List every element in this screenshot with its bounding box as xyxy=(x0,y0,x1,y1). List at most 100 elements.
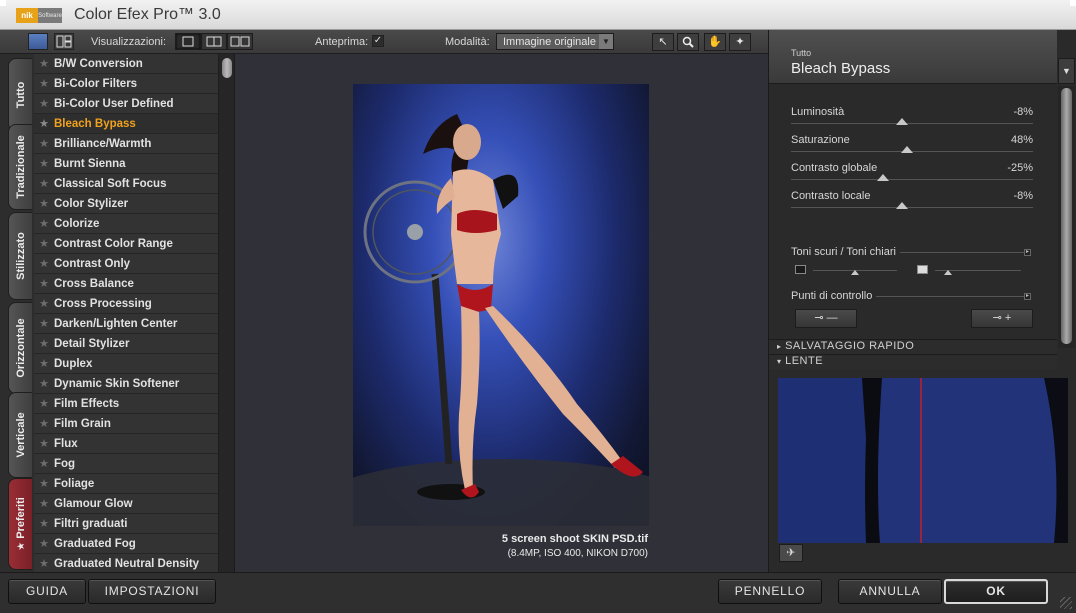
hand-tool-icon[interactable]: ✋ xyxy=(704,33,726,51)
filter-list-item[interactable]: ★ Cross Balance xyxy=(34,274,218,294)
favorite-star-icon[interactable]: ★ xyxy=(34,277,54,290)
lens-section[interactable]: ▾ LENTE xyxy=(769,354,1057,369)
favorite-star-icon[interactable]: ★ xyxy=(34,397,54,410)
tones-expand-icon[interactable]: ▸ xyxy=(1024,249,1031,256)
filter-list-item[interactable]: ★ Graduated Neutral Density xyxy=(34,554,218,574)
favorite-star-icon[interactable]: ★ xyxy=(34,57,54,70)
tab-tutto[interactable]: Tutto xyxy=(8,58,32,132)
filter-list-item[interactable]: ★ Bi-Color User Defined xyxy=(34,94,218,114)
filter-list-scrollbar[interactable] xyxy=(218,54,234,572)
favorite-star-icon[interactable]: ★ xyxy=(34,177,54,190)
filter-list-item[interactable]: ★ Detail Stylizer xyxy=(34,334,218,354)
filter-list-item[interactable]: ★ Contrast Only xyxy=(34,254,218,274)
favorite-star-icon[interactable]: ★ xyxy=(34,477,54,490)
slider-track[interactable] xyxy=(791,207,1033,208)
filter-list-item[interactable]: ★ Filtri graduati xyxy=(34,514,218,534)
control-points-expand-icon[interactable]: ▸ xyxy=(1024,293,1031,300)
favorite-star-icon[interactable]: ★ xyxy=(34,497,54,510)
ok-button[interactable]: OK xyxy=(944,579,1048,604)
filter-list-item[interactable]: ★ Bleach Bypass xyxy=(34,114,218,134)
split-view-button[interactable] xyxy=(201,33,227,50)
preview-image[interactable] xyxy=(353,84,649,526)
favorite-star-icon[interactable]: ★ xyxy=(34,157,54,170)
favorite-star-icon[interactable]: ★ xyxy=(34,217,54,230)
tab-preferiti[interactable]: ★ Preferiti xyxy=(8,478,32,570)
favorite-star-icon[interactable]: ★ xyxy=(34,257,54,270)
side-by-side-view-button[interactable] xyxy=(227,33,253,50)
filter-list-item[interactable]: ★ Duplex xyxy=(34,354,218,374)
panel-scrollbar[interactable] xyxy=(1058,86,1075,348)
favorite-star-icon[interactable]: ★ xyxy=(34,437,54,450)
filter-list-item[interactable]: ★ Dynamic Skin Softener xyxy=(34,374,218,394)
slider-track[interactable] xyxy=(791,179,1033,180)
favorite-star-icon[interactable]: ★ xyxy=(34,557,54,570)
tab-orizzontale[interactable]: Orizzontale xyxy=(8,302,32,394)
favorite-star-icon[interactable]: ★ xyxy=(34,137,54,150)
filter-list-item[interactable]: ★ Darken/Lighten Center xyxy=(34,314,218,334)
tones-section-title: Toni scuri / Toni chiari xyxy=(791,246,900,258)
resize-grip-icon[interactable] xyxy=(1060,597,1072,609)
single-view-button[interactable] xyxy=(175,33,201,50)
filter-list-item[interactable]: ★ Brilliance/Warmth xyxy=(34,134,218,154)
single-image-view-icon[interactable] xyxy=(28,33,48,50)
filter-menu-chevron-icon[interactable]: ▼ xyxy=(1058,58,1075,84)
filter-list-item[interactable]: ★ Cross Processing xyxy=(34,294,218,314)
filter-list-item[interactable]: ★ Color Stylizer xyxy=(34,194,218,214)
favorite-star-icon[interactable]: ★ xyxy=(34,237,54,250)
zoom-tool-icon[interactable] xyxy=(677,33,699,51)
tab-verticale[interactable]: Verticale xyxy=(8,392,32,478)
filter-list-item[interactable]: ★ B/W Conversion xyxy=(34,54,218,74)
brush-button[interactable]: PENNELLO xyxy=(718,579,822,604)
filter-list-item[interactable]: ★ Flux xyxy=(34,434,218,454)
layout-toggle-icon[interactable] xyxy=(54,33,74,50)
remove-control-point-button[interactable]: ⊸ — xyxy=(795,309,857,328)
plus-icon: + xyxy=(1004,312,1012,324)
filter-list-item[interactable]: ★ Fog xyxy=(34,454,218,474)
shadow-slider-knob[interactable] xyxy=(851,270,859,275)
filter-list-item[interactable]: ★ Graduated Fog xyxy=(34,534,218,554)
filter-list-item[interactable]: ★ Contrast Color Range xyxy=(34,234,218,254)
filter-list-item[interactable]: ★ Burnt Sienna xyxy=(34,154,218,174)
panel-scroll-thumb[interactable] xyxy=(1061,88,1072,344)
pointer-tool-icon[interactable]: ↖ xyxy=(652,33,674,51)
cancel-button[interactable]: ANNULLA xyxy=(838,579,942,604)
favorite-star-icon[interactable]: ★ xyxy=(34,117,54,130)
slider-track[interactable] xyxy=(791,123,1033,124)
filter-list-scroll-thumb[interactable] xyxy=(222,58,232,78)
slider-knob[interactable] xyxy=(876,174,889,181)
preview-checkbox[interactable]: ✓ xyxy=(372,35,384,47)
favorite-star-icon[interactable]: ★ xyxy=(34,97,54,110)
quick-save-section[interactable]: ▸ SALVATAGGIO RAPIDO xyxy=(769,339,1057,354)
tab-stilizzato[interactable]: Stilizzato xyxy=(8,212,32,300)
filter-list-item[interactable]: ★ Classical Soft Focus xyxy=(34,174,218,194)
favorite-star-icon[interactable]: ★ xyxy=(34,297,54,310)
mode-select[interactable]: Immagine originale ▼ xyxy=(496,33,614,50)
slider-knob[interactable] xyxy=(901,146,914,153)
pin-icon[interactable]: ✈ xyxy=(779,544,803,562)
favorite-star-icon[interactable]: ★ xyxy=(34,377,54,390)
highlight-slider-knob[interactable] xyxy=(943,270,952,275)
favorite-star-icon[interactable]: ★ xyxy=(34,197,54,210)
lens-view[interactable] xyxy=(778,378,1068,543)
favorite-star-icon[interactable]: ★ xyxy=(34,357,54,370)
favorite-star-icon[interactable]: ★ xyxy=(34,417,54,430)
tab-tradizionale[interactable]: Tradizionale xyxy=(8,124,32,210)
filter-list-item[interactable]: ★ Colorize xyxy=(34,214,218,234)
bulb-tool-icon[interactable]: ✦ xyxy=(729,33,751,51)
slider-knob[interactable] xyxy=(896,118,909,125)
favorite-star-icon[interactable]: ★ xyxy=(34,317,54,330)
filter-list-item[interactable]: ★ Film Grain xyxy=(34,414,218,434)
favorite-star-icon[interactable]: ★ xyxy=(34,457,54,470)
filter-list-item[interactable]: ★ Bi-Color Filters xyxy=(34,74,218,94)
settings-button[interactable]: IMPOSTAZIONI xyxy=(88,579,216,604)
help-button[interactable]: GUIDA xyxy=(8,579,86,604)
favorite-star-icon[interactable]: ★ xyxy=(34,337,54,350)
filter-list-item[interactable]: ★ Glamour Glow xyxy=(34,494,218,514)
favorite-star-icon[interactable]: ★ xyxy=(34,517,54,530)
filter-list-item[interactable]: ★ Foliage xyxy=(34,474,218,494)
favorite-star-icon[interactable]: ★ xyxy=(34,77,54,90)
favorite-star-icon[interactable]: ★ xyxy=(34,537,54,550)
slider-knob[interactable] xyxy=(896,202,909,209)
filter-list-item[interactable]: ★ Film Effects xyxy=(34,394,218,414)
add-control-point-button[interactable]: ⊸ + xyxy=(971,309,1033,328)
